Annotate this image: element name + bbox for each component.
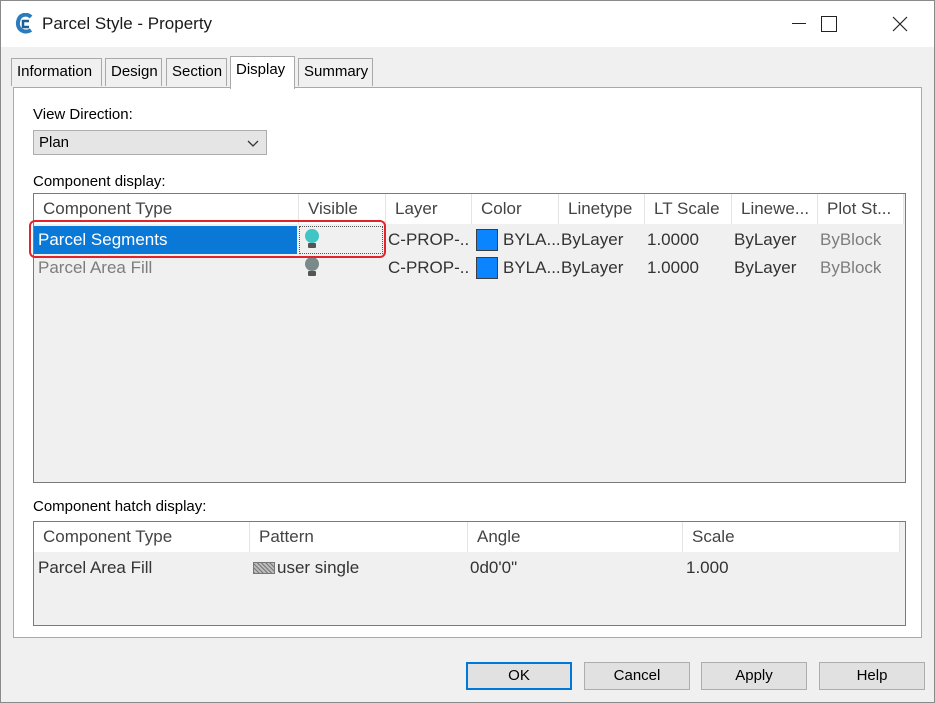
- tab-section[interactable]: Section: [166, 58, 227, 86]
- dialog-window: Parcel Style - Property Information Desi…: [0, 0, 935, 703]
- close-icon: [892, 16, 908, 32]
- row-parcel-area-fill-type[interactable]: Parcel Area Fill: [38, 254, 297, 282]
- tab-design[interactable]: Design: [105, 58, 162, 86]
- help-button[interactable]: Help: [819, 662, 925, 690]
- tab-information[interactable]: Information: [11, 58, 102, 86]
- column-header-layer[interactable]: Layer: [386, 194, 472, 224]
- linetype-cell[interactable]: ByLayer: [561, 226, 643, 254]
- annotation-highlight-box: [29, 220, 386, 258]
- title-bar[interactable]: Parcel Style - Property: [1, 1, 934, 47]
- linetype-cell[interactable]: ByLayer: [561, 254, 643, 282]
- layer-cell[interactable]: C-PROP-...: [388, 226, 470, 254]
- hatch-pattern-label: user single: [277, 558, 360, 577]
- lightbulb-off-icon[interactable]: [305, 257, 319, 271]
- hatch-pattern-icon: [253, 562, 275, 574]
- column-header-color[interactable]: Color: [472, 194, 559, 224]
- column-header-scale[interactable]: Scale: [683, 522, 900, 552]
- display-tab-panel: View Direction: Plan Component display: …: [13, 87, 922, 638]
- view-direction-value: Plan: [39, 134, 70, 151]
- maximize-icon: [821, 16, 837, 32]
- view-direction-dropdown[interactable]: Plan: [33, 130, 267, 155]
- color-swatch[interactable]: [476, 229, 498, 251]
- column-header-linetype[interactable]: Linetype: [559, 194, 645, 224]
- hatch-row-angle[interactable]: 0d0'0": [470, 554, 680, 582]
- color-cell[interactable]: BYLA...: [503, 254, 559, 282]
- tab-summary[interactable]: Summary: [298, 58, 373, 86]
- component-hatch-table[interactable]: Component Type Pattern Angle Scale Parce…: [33, 521, 906, 626]
- lineweight-cell[interactable]: ByLayer: [734, 254, 816, 282]
- column-header-component-type[interactable]: Component Type: [34, 522, 250, 552]
- lineweight-cell[interactable]: ByLayer: [734, 226, 816, 254]
- cancel-button[interactable]: Cancel: [584, 662, 690, 690]
- lt-scale-cell[interactable]: 1.0000: [647, 254, 729, 282]
- maximize-button[interactable]: [799, 1, 859, 47]
- civil3d-app-icon: [15, 13, 33, 34]
- column-header-plot-style[interactable]: Plot St...: [818, 194, 904, 224]
- column-header-angle[interactable]: Angle: [468, 522, 683, 552]
- hatch-row-pattern[interactable]: user single: [253, 554, 463, 582]
- hatch-row-scale[interactable]: 1.000: [686, 554, 896, 582]
- column-header-pattern[interactable]: Pattern: [250, 522, 468, 552]
- chevron-down-icon: [247, 140, 259, 147]
- column-header-lt-scale[interactable]: LT Scale: [645, 194, 732, 224]
- tab-display[interactable]: Display: [230, 56, 295, 89]
- view-direction-label: View Direction:: [33, 106, 133, 123]
- plot-style-cell: ByBlock: [820, 230, 882, 249]
- component-hatch-display-label: Component hatch display:: [33, 498, 207, 515]
- hatch-row-component-type[interactable]: Parcel Area Fill: [38, 554, 248, 582]
- column-header-lineweight[interactable]: Linewe...: [732, 194, 818, 224]
- ok-button[interactable]: OK: [466, 662, 572, 690]
- window-title: Parcel Style - Property: [42, 14, 213, 33]
- plot-style-cell: ByBlock: [820, 258, 882, 277]
- lightbulb-base-icon: [308, 271, 316, 276]
- apply-button[interactable]: Apply: [701, 662, 807, 690]
- color-cell[interactable]: BYLA...: [503, 226, 559, 254]
- lt-scale-cell[interactable]: 1.0000: [647, 226, 729, 254]
- color-swatch[interactable]: [476, 257, 498, 279]
- layer-cell[interactable]: C-PROP-...: [388, 254, 470, 282]
- component-display-label: Component display:: [33, 173, 166, 190]
- close-button[interactable]: [870, 1, 930, 47]
